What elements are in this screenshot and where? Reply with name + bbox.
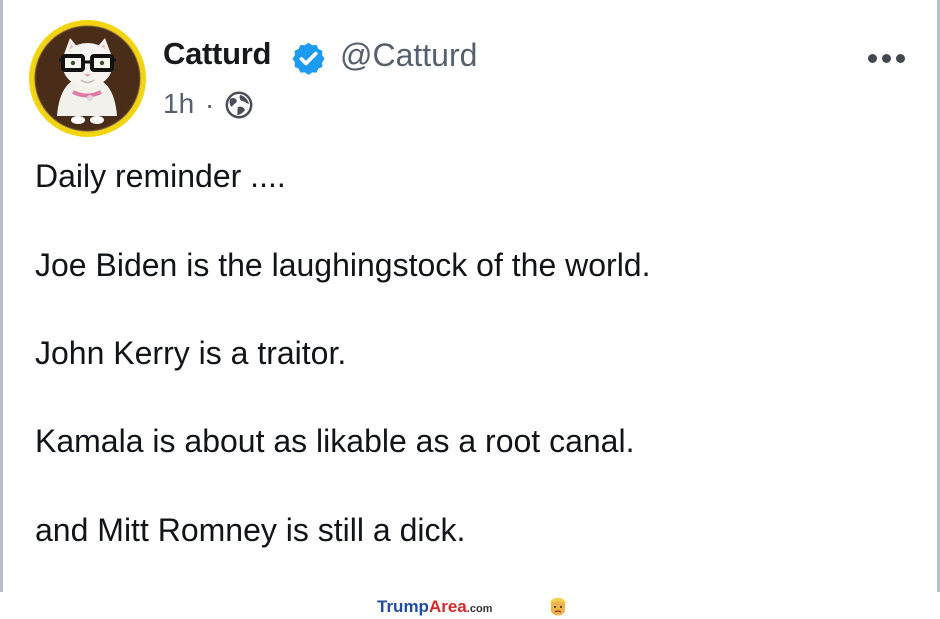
watermark-brand-accent: Area	[428, 597, 467, 616]
post-line-1: Daily reminder ....	[35, 158, 286, 194]
more-options-button[interactable]	[860, 47, 912, 69]
author-handle[interactable]: @Catturd	[340, 37, 477, 74]
post-timestamp[interactable]: 1h	[163, 88, 194, 120]
more-dots-icon	[896, 54, 905, 63]
more-dots-icon	[882, 54, 891, 63]
post-line-5: and Mitt Romney is still a dick.	[35, 512, 466, 548]
post-line-3: John Kerry is a traitor.	[35, 335, 347, 371]
post-line-2: Joe Biden is the laughingstock of the wo…	[35, 247, 651, 283]
globe-icon	[225, 91, 253, 119]
trump-face-icon	[550, 597, 566, 616]
author-avatar[interactable]	[29, 20, 146, 137]
cat-with-glasses-avatar	[33, 24, 142, 133]
meta-separator: ·	[205, 89, 215, 120]
verified-badge-icon	[292, 42, 325, 75]
more-dots-icon	[868, 54, 877, 63]
author-display-name[interactable]: Catturd	[163, 36, 271, 72]
watermark-brand: Trump	[377, 597, 429, 616]
watermark-footer: TrumpArea.com	[0, 593, 940, 619]
watermark-logo: TrumpArea.com	[377, 597, 492, 617]
left-border	[0, 0, 3, 592]
watermark-domain: .com	[466, 603, 493, 615]
post-line-4: Kamala is about as likable as a root can…	[35, 423, 635, 459]
